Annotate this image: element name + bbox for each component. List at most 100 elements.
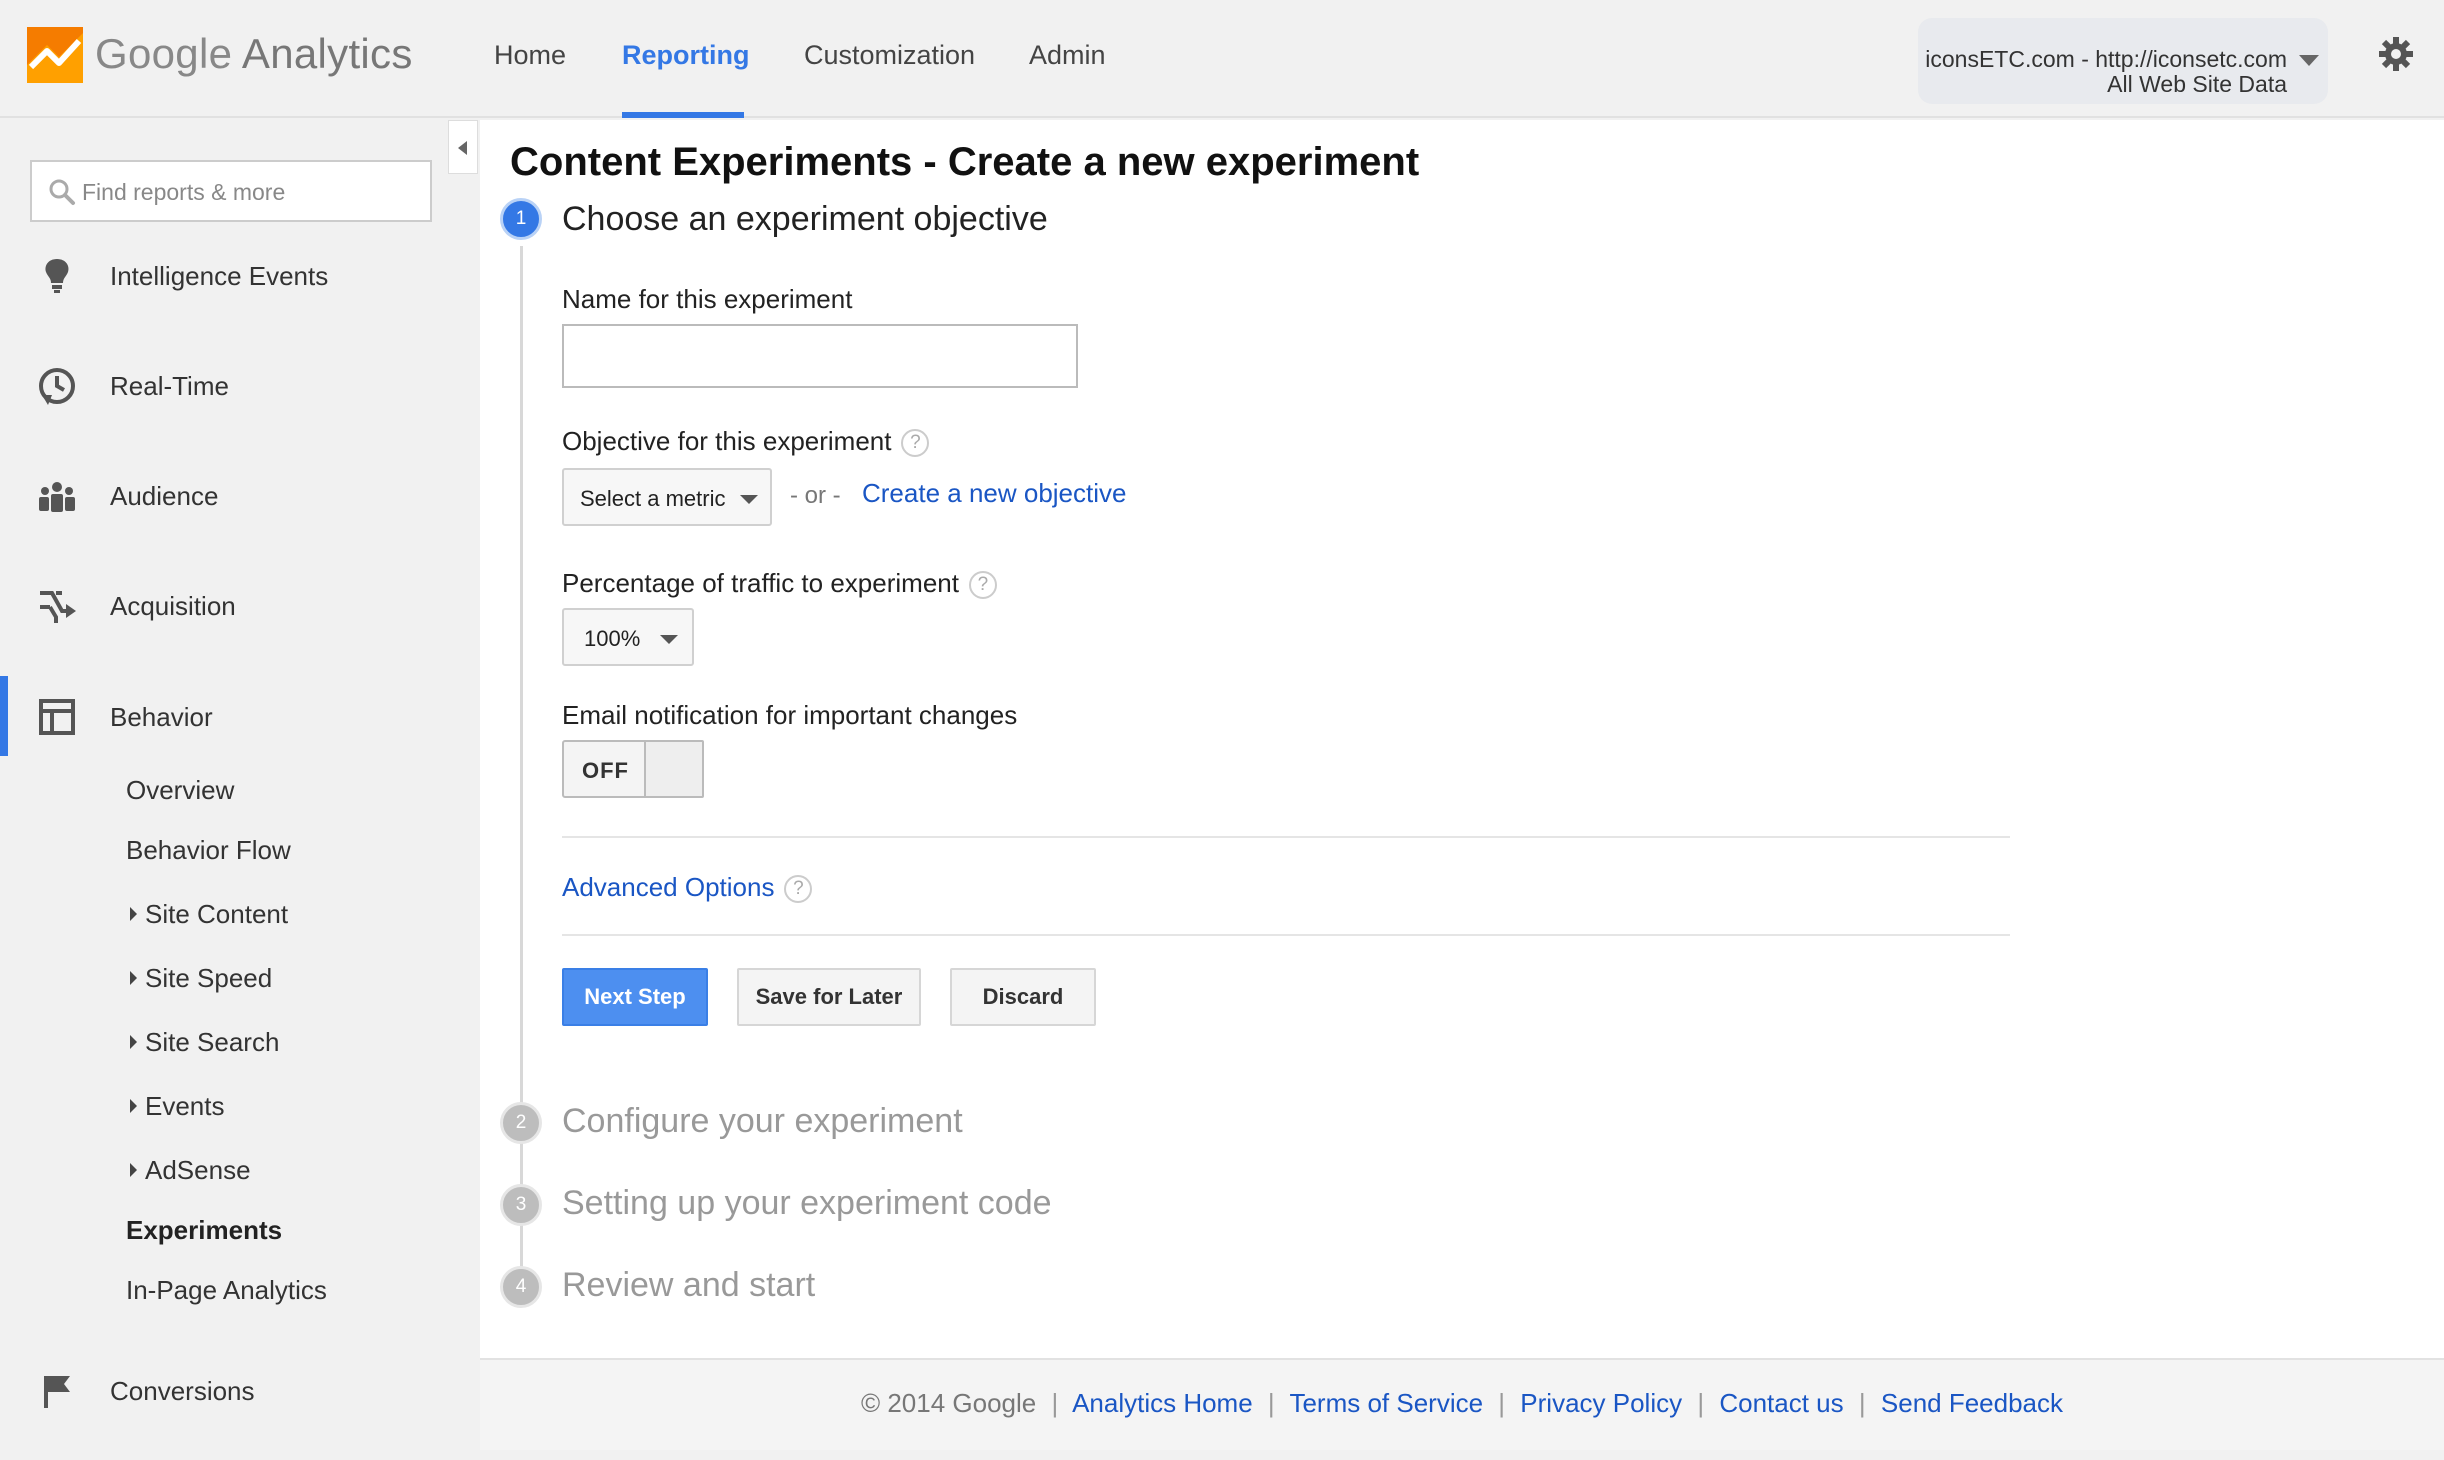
nav-reporting[interactable]: Reporting: [622, 40, 750, 71]
search-box[interactable]: [30, 160, 432, 222]
sidebar-item-label: Behavior: [110, 702, 213, 732]
chevron-down-icon: [740, 495, 758, 504]
people-icon: [39, 482, 75, 512]
save-for-later-button[interactable]: Save for Later: [737, 968, 921, 1026]
or-separator: - or -: [790, 482, 841, 509]
page-title: Content Experiments - Create a new exper…: [510, 140, 1420, 184]
step-3-badge: 3: [500, 1184, 542, 1226]
footer-separator: |: [1858, 1388, 1866, 1418]
sidebar-item-real-time[interactable]: Real-Time: [0, 355, 478, 415]
brand-name[interactable]: Google Analytics: [95, 30, 413, 78]
traffic-label: Percentage of traffic to experiment?: [562, 568, 997, 599]
sidebar-subitem-in-page-analytics[interactable]: In-Page Analytics: [126, 1275, 327, 1306]
gear-icon[interactable]: [2378, 36, 2414, 72]
footer-link-analytics-home[interactable]: Analytics Home: [1072, 1388, 1253, 1418]
toggle-state-label: OFF: [582, 758, 629, 783]
analytics-logo-icon[interactable]: [27, 27, 83, 83]
help-icon[interactable]: ?: [968, 571, 997, 599]
sidebar-item-label: Real-Time: [110, 371, 229, 401]
sidebar: [0, 120, 478, 1460]
sidebar-item-intelligence-events[interactable]: Intelligence Events: [0, 245, 478, 305]
experiment-name-label: Name for this experiment: [562, 284, 853, 314]
search-input[interactable]: [82, 174, 422, 210]
nav-home[interactable]: Home: [494, 40, 566, 71]
footer-separator: |: [1697, 1388, 1705, 1418]
toggle-knob[interactable]: [644, 740, 704, 798]
footer-separator: |: [1498, 1388, 1506, 1418]
sidebar-item-acquisition[interactable]: Acquisition: [0, 575, 478, 635]
objective-metric-value: Select a metric: [580, 486, 726, 511]
nav-customization[interactable]: Customization: [804, 40, 975, 71]
advanced-options-link[interactable]: Advanced Options: [562, 872, 774, 902]
sidebar-subitem-label: Site Speed: [145, 963, 273, 993]
sidebar-subitem-site-speed[interactable]: Site Speed: [130, 963, 272, 994]
sidebar-item-audience[interactable]: Audience: [0, 465, 478, 525]
search-icon: [49, 179, 75, 205]
sidebar-item-conversions[interactable]: Conversions: [0, 1360, 478, 1420]
flag-icon: [44, 1376, 70, 1408]
sidebar-subitem-behavior-flow[interactable]: Behavior Flow: [126, 835, 291, 866]
sidebar-subitem-label: Site Search: [145, 1027, 280, 1057]
create-objective-link[interactable]: Create a new objective: [862, 478, 1126, 509]
expand-triangle-icon: [130, 1163, 137, 1177]
chevron-down-icon[interactable]: [2299, 55, 2319, 66]
sidebar-subitem-label: Site Content: [145, 899, 289, 929]
sidebar-subitem-adsense[interactable]: AdSense: [130, 1155, 251, 1186]
sidebar-item-label: Intelligence Events: [110, 261, 329, 291]
objective-label-text: Objective for this experiment: [562, 426, 892, 456]
objective-label: Objective for this experiment?: [562, 426, 930, 457]
copyright: © 2014 Google: [860, 1388, 1037, 1418]
footer: © 2014 Google | Analytics Home | Terms o…: [480, 1358, 2444, 1450]
account-name[interactable]: iconsETC.com - http://iconsetc.com: [1925, 46, 2287, 73]
sidebar-subitem-experiments[interactable]: Experiments: [126, 1215, 282, 1246]
acquisition-arrows-icon: [40, 591, 76, 623]
email-notification-toggle[interactable]: OFF: [562, 740, 704, 798]
traffic-percentage-select[interactable]: 100%: [562, 608, 694, 666]
next-step-button[interactable]: Next Step: [562, 968, 708, 1026]
brand-product: Analytics: [241, 30, 413, 77]
sidebar-subitem-label: Events: [145, 1091, 225, 1121]
sidebar-subitem-overview[interactable]: Overview: [126, 775, 234, 806]
experiment-name-input[interactable]: [562, 324, 1078, 388]
account-view[interactable]: All Web Site Data: [2107, 71, 2287, 98]
expand-triangle-icon: [130, 1099, 137, 1113]
sidebar-subitem-events[interactable]: Events: [130, 1091, 225, 1122]
expand-triangle-icon: [130, 971, 137, 985]
footer-link-privacy[interactable]: Privacy Policy: [1520, 1388, 1682, 1418]
sidebar-item-behavior[interactable]: Behavior: [0, 686, 478, 746]
lightbulb-icon: [45, 259, 69, 293]
sidebar-item-label: Conversions: [110, 1376, 255, 1406]
help-icon[interactable]: ?: [901, 429, 930, 457]
footer-separator: |: [1267, 1388, 1275, 1418]
traffic-percentage-value: 100%: [584, 626, 641, 651]
sidebar-item-label: Audience: [110, 481, 219, 511]
expand-triangle-icon: [130, 1035, 137, 1049]
step-4-title: Review and start: [562, 1266, 816, 1304]
main-content: Content Experiments - Create a new exper…: [480, 120, 2444, 1358]
objective-metric-select[interactable]: Select a metric: [562, 468, 772, 526]
footer-link-contact[interactable]: Contact us: [1719, 1388, 1843, 1418]
divider: [562, 836, 2010, 838]
active-nav-indicator: [622, 112, 744, 118]
top-header: Google Analytics Home Reporting Customiz…: [0, 0, 2444, 118]
step-1-badge: 1: [500, 198, 542, 240]
step-2-badge: 2: [500, 1102, 542, 1144]
step-3-title: Setting up your experiment code: [562, 1184, 1052, 1222]
sidebar-subitem-label: AdSense: [145, 1155, 251, 1185]
collapse-sidebar-button[interactable]: [448, 120, 478, 174]
brand-google: Google: [95, 30, 233, 77]
sidebar-subitem-site-content[interactable]: Site Content: [130, 899, 288, 930]
footer-separator: |: [1051, 1388, 1059, 1418]
footer-link-terms[interactable]: Terms of Service: [1289, 1388, 1483, 1418]
discard-button[interactable]: Discard: [950, 968, 1096, 1026]
sidebar-subitem-site-search[interactable]: Site Search: [130, 1027, 279, 1058]
footer-link-feedback[interactable]: Send Feedback: [1881, 1388, 2063, 1418]
advanced-options[interactable]: Advanced Options?: [562, 872, 813, 903]
nav-admin[interactable]: Admin: [1029, 40, 1106, 71]
expand-triangle-icon: [130, 907, 137, 921]
help-icon[interactable]: ?: [784, 875, 813, 903]
email-notification-label: Email notification for important changes: [562, 700, 1018, 730]
divider: [562, 934, 2010, 936]
chevron-down-icon: [660, 635, 678, 644]
step-4-badge: 4: [500, 1266, 542, 1308]
